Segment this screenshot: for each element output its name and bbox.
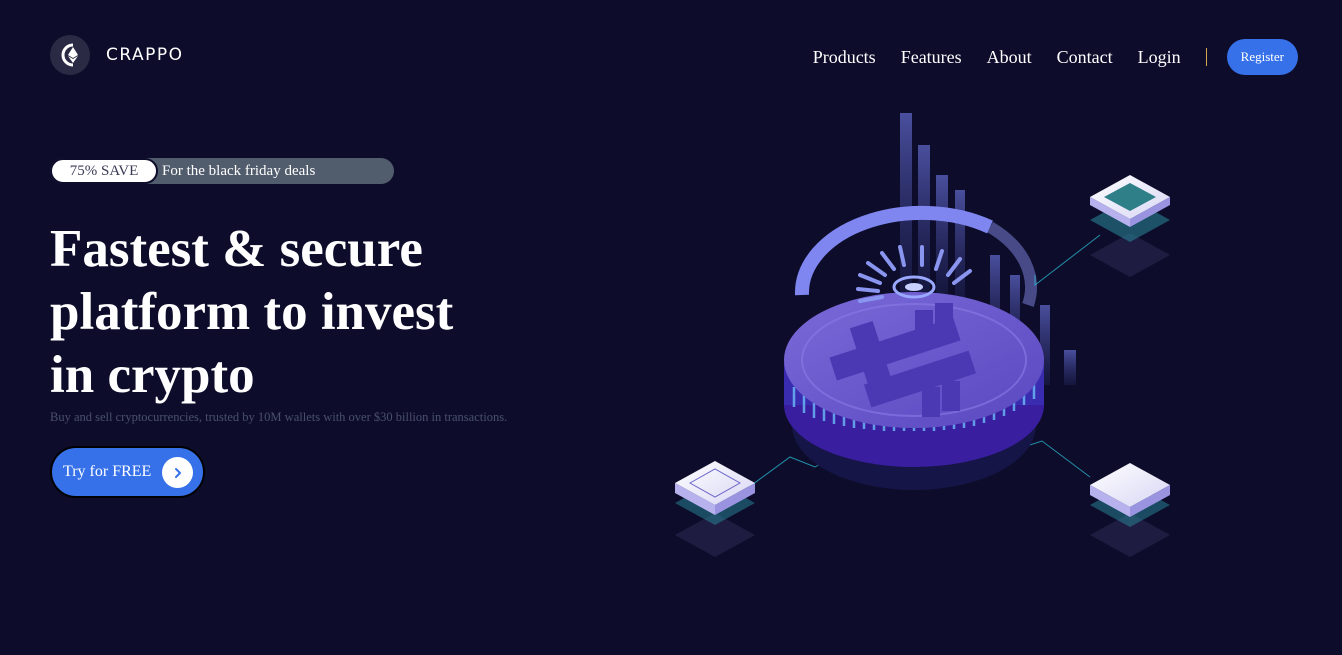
nav-products[interactable]: Products — [813, 47, 876, 68]
page: CRAPPO Products Features About Contact L… — [0, 0, 1342, 655]
try-free-button[interactable]: Try for FREE — [50, 446, 205, 498]
hero-title: Fastest & secure platform to invest in c… — [50, 218, 570, 407]
crypto-illustration — [660, 105, 1200, 575]
nav-divider — [1205, 48, 1207, 66]
register-button[interactable]: Register — [1226, 39, 1298, 75]
try-free-label: Try for FREE — [63, 463, 152, 480]
ethereum-icon — [50, 35, 90, 75]
promo-text: For the black friday deals — [162, 162, 316, 179]
chevron-right-icon — [162, 457, 193, 488]
bitcoin-icon — [675, 113, 1170, 557]
nav-about[interactable]: About — [987, 47, 1032, 68]
nav-features[interactable]: Features — [901, 47, 962, 68]
logo[interactable]: CRAPPO — [50, 35, 184, 75]
hero-title-line: Fastest & secure — [50, 220, 423, 278]
promo-banner[interactable]: 75% SAVE For the black friday deals — [50, 158, 394, 184]
brand-name: CRAPPO — [106, 45, 184, 65]
main-nav: Products Features About Contact Login Re… — [813, 39, 1298, 75]
promo-badge: 75% SAVE — [50, 158, 158, 184]
hero-title-line: in crypto — [50, 346, 255, 404]
nav-contact[interactable]: Contact — [1057, 47, 1113, 68]
nav-login[interactable]: Login — [1138, 47, 1181, 68]
hero-subtitle: Buy and sell cryptocurrencies, trusted b… — [50, 410, 508, 424]
hero-title-line: platform to invest — [50, 283, 454, 341]
